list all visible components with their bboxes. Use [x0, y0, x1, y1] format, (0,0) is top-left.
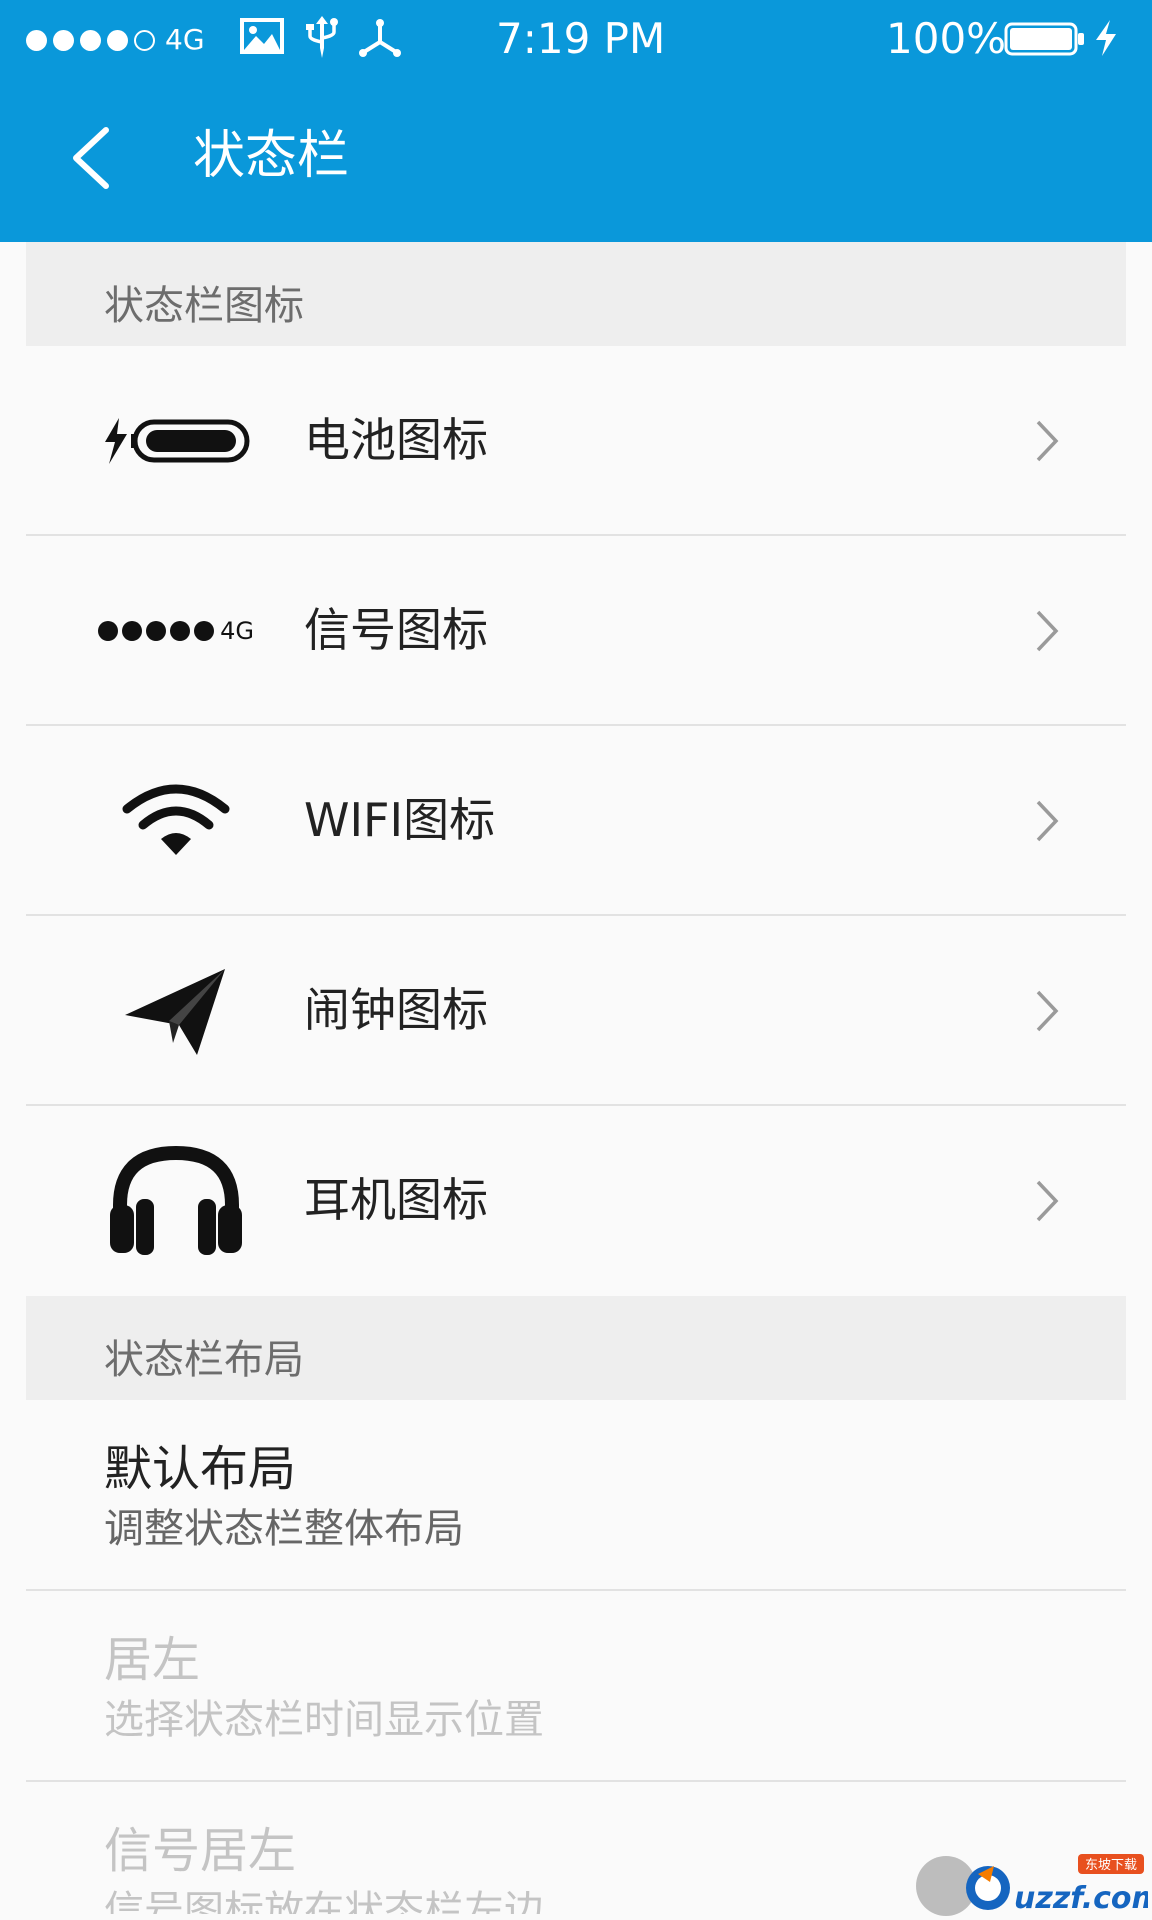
usb-tethering-icon: [359, 19, 401, 57]
list-item-signal-icon[interactable]: 4G 信号图标: [26, 536, 1126, 726]
chevron-right-icon: [1036, 610, 1059, 652]
list-item-battery-icon[interactable]: 电池图标: [26, 346, 1126, 536]
watermark-text: uzzf.com: [1014, 1881, 1148, 1916]
list-item-headphones-icon[interactable]: 耳机图标: [26, 1106, 1126, 1296]
item-label: 耳机图标: [304, 1173, 488, 1227]
signal-dot: [80, 29, 101, 51]
item-label: 电池图标: [304, 413, 488, 467]
setting-title: 默认布局: [104, 1441, 297, 1497]
image-icon: [240, 18, 284, 54]
network-type: 4G: [165, 23, 205, 56]
battery-icon: [1004, 22, 1084, 56]
signal-icon: 4G: [96, 536, 256, 726]
back-button[interactable]: [62, 120, 122, 196]
item-label: 闹钟图标: [304, 983, 488, 1037]
app-header: 4G 7:19 PM 100% 状态栏: [0, 0, 1152, 242]
setting-default-layout[interactable]: 默认布局 调整状态栏整体布局: [26, 1400, 1126, 1591]
setting-align-left[interactable]: 居左 选择状态栏时间显示位置: [26, 1591, 1126, 1782]
setting-subtitle: 选择状态栏时间显示位置: [104, 1697, 544, 1743]
chevron-right-icon: [1036, 800, 1059, 842]
signal-network-text: 4G: [220, 617, 254, 645]
item-label: WIFI图标: [304, 793, 496, 847]
status-bar: 4G 7:19 PM 100%: [0, 0, 1152, 78]
section-header-icons: 状态栏图标: [26, 242, 1126, 346]
chevron-right-icon: [1036, 1180, 1059, 1222]
chevron-right-icon: [1036, 990, 1059, 1032]
usb-icon: [306, 16, 338, 58]
page-title: 状态栏: [193, 126, 350, 186]
list-item-wifi-icon[interactable]: WIFI图标: [26, 726, 1126, 916]
setting-title: 信号居左: [104, 1823, 297, 1879]
clock: 7:19 PM: [496, 14, 666, 63]
watermark-badge: 东坡下载: [1085, 1858, 1137, 1873]
battery-percent: 100%: [886, 14, 1007, 63]
chevron-right-icon: [1036, 420, 1059, 462]
setting-subtitle: 调整状态栏整体布局: [104, 1506, 464, 1552]
watermark-logo: 东坡下载 uzzf.com: [966, 1854, 1148, 1916]
list-item-alarm-icon[interactable]: 闹钟图标: [26, 916, 1126, 1106]
section-title: 状态栏图标: [104, 283, 304, 329]
signal-dot: [53, 29, 74, 51]
signal-dot: [107, 29, 128, 51]
signal-dot-empty: [134, 29, 155, 51]
item-label: 信号图标: [304, 603, 488, 657]
battery-icon: [96, 346, 256, 536]
section-header-layout: 状态栏布局: [26, 1296, 1126, 1400]
paper-plane-icon: [96, 916, 256, 1106]
signal-indicator: 4G: [26, 26, 205, 54]
section-title: 状态栏布局: [104, 1337, 304, 1383]
setting-title: 居左: [104, 1632, 201, 1688]
headphones-icon: [96, 1106, 256, 1296]
setting-subtitle: 信号图标放在状态栏左边: [104, 1888, 544, 1914]
settings-list: 状态栏图标 电池图标 4G 信号图标 WIFI图标 闹钟图标 耳机图标 状态栏布…: [26, 242, 1126, 1914]
charging-icon: [1096, 20, 1116, 56]
signal-dot: [26, 29, 47, 51]
wifi-icon: [96, 726, 256, 916]
